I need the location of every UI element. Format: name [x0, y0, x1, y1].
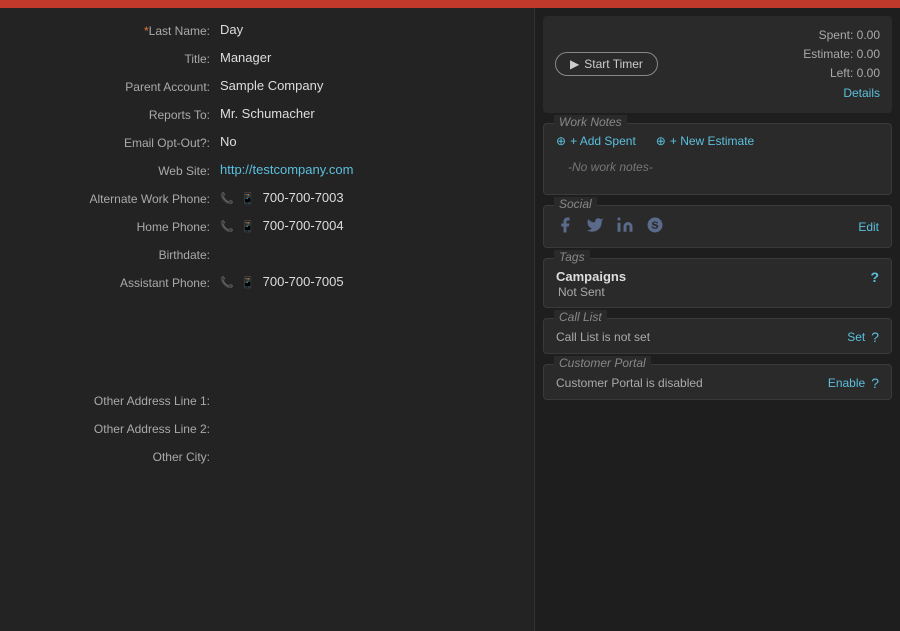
- reports-to-value: Mr. Schumacher: [220, 106, 524, 121]
- add-spent-link[interactable]: ⊕ + Add Spent: [556, 134, 636, 148]
- timer-stats: Spent: 0.00 Estimate: 0.00 Left: 0.00: [803, 26, 880, 103]
- other-address-1-label: Other Address Line 1:: [10, 392, 220, 408]
- new-estimate-link[interactable]: ⊕ + New Estimate: [656, 134, 754, 148]
- alt-work-phone-value: 📞 📱 700-700-7003: [220, 190, 524, 205]
- website-row: Web Site: http://testcompany.com: [0, 158, 534, 186]
- plus-icon: ⊕: [556, 134, 566, 148]
- start-timer-button[interactable]: ▶ Start Timer: [555, 52, 658, 76]
- other-city-row: Other City:: [0, 444, 534, 472]
- birthdate-label: Birthdate:: [10, 246, 220, 262]
- facebook-icon[interactable]: [556, 216, 574, 239]
- mobile-icon: 📱: [241, 192, 255, 205]
- social-icons-group: [556, 216, 664, 239]
- home-phone-value: 📞 📱 700-700-7004: [220, 218, 524, 233]
- campaigns-value: Not Sent: [556, 285, 879, 299]
- parent-account-row: Parent Account: Sample Company: [0, 74, 534, 102]
- other-address-2-label: Other Address Line 2:: [10, 420, 220, 436]
- customer-portal-legend: Customer Portal: [554, 356, 651, 370]
- parent-account-label: Parent Account:: [10, 78, 220, 94]
- assistant-phone-row: Assistant Phone: 📞 📱 700-700-7005: [0, 270, 534, 298]
- customer-portal-content: Customer Portal is disabled Enable ?: [544, 367, 891, 399]
- reports-to-label: Reports To:: [10, 106, 220, 122]
- call-list-set-link[interactable]: Set: [847, 330, 865, 344]
- last-name-value: Day: [220, 22, 524, 37]
- estimate-row: Estimate: 0.00: [803, 45, 880, 64]
- title-row: Title: Manager: [0, 46, 534, 74]
- home-phone-row: Home Phone: 📞 📱 700-700-7004: [0, 214, 534, 242]
- campaigns-help-icon[interactable]: ?: [870, 269, 879, 285]
- call-list-help-icon[interactable]: ?: [871, 329, 879, 345]
- social-edit-link[interactable]: Edit: [858, 220, 879, 234]
- email-opt-out-row: Email Opt-Out?: No: [0, 130, 534, 158]
- website-link[interactable]: http://testcompany.com: [220, 162, 353, 177]
- assistant-phone-label: Assistant Phone:: [10, 274, 220, 290]
- tags-content: Campaigns ? Not Sent: [544, 261, 891, 307]
- skype-icon[interactable]: [646, 216, 664, 239]
- social-legend: Social: [554, 197, 597, 211]
- campaigns-label: Campaigns ?: [556, 269, 879, 285]
- customer-portal-status: Customer Portal is disabled: [556, 376, 703, 390]
- left-panel: *Last Name: Day Title: Manager Parent Ac…: [0, 8, 535, 631]
- twitter-icon[interactable]: [586, 216, 604, 239]
- no-work-notes: -No work notes-: [556, 156, 879, 186]
- left-row: Left: 0.00: [803, 64, 880, 83]
- email-opt-out-label: Email Opt-Out?:: [10, 134, 220, 150]
- right-panel: ▶ Start Timer Spent: 0.00 Estimate: 0.00: [535, 8, 900, 631]
- home-phone-label: Home Phone:: [10, 218, 220, 234]
- mobile-icon-2: 📱: [241, 220, 255, 233]
- plus-icon-2: ⊕: [656, 134, 666, 148]
- call-list-card: Call List Call List is not set Set ?: [543, 318, 892, 354]
- parent-account-value: Sample Company: [220, 78, 524, 93]
- website-label: Web Site:: [10, 162, 220, 178]
- linkedin-icon[interactable]: [616, 216, 634, 239]
- spent-row: Spent: 0.00: [803, 26, 880, 45]
- other-city-label: Other City:: [10, 448, 220, 464]
- timer-top: ▶ Start Timer Spent: 0.00 Estimate: 0.00: [555, 26, 880, 103]
- last-name-label: *Last Name:: [10, 22, 220, 38]
- website-value[interactable]: http://testcompany.com: [220, 162, 524, 177]
- play-icon: ▶: [570, 57, 579, 71]
- social-content: Edit: [544, 208, 891, 247]
- tags-card: Tags Campaigns ? Not Sent: [543, 258, 892, 308]
- work-notes-card: Work Notes ⊕ + Add Spent ⊕ + New Estimat…: [543, 123, 892, 195]
- social-card: Social: [543, 205, 892, 248]
- customer-portal-help-icon[interactable]: ?: [871, 375, 879, 391]
- phone-icon-2: 📞: [220, 220, 234, 233]
- phone-icon: 📞: [220, 192, 234, 205]
- work-notes-content: ⊕ + Add Spent ⊕ + New Estimate -No work …: [544, 126, 891, 194]
- last-name-row: *Last Name: Day: [0, 18, 534, 46]
- timer-card: ▶ Start Timer Spent: 0.00 Estimate: 0.00: [543, 16, 892, 113]
- call-list-status: Call List is not set: [556, 330, 650, 344]
- title-value: Manager: [220, 50, 524, 65]
- title-label: Title:: [10, 50, 220, 66]
- email-opt-out-value: No: [220, 134, 524, 149]
- mobile-icon-3: 📱: [241, 276, 255, 289]
- call-list-content: Call List is not set Set ?: [544, 321, 891, 353]
- assistant-phone-value: 📞 📱 700-700-7005: [220, 274, 524, 289]
- tags-legend: Tags: [554, 250, 590, 264]
- reports-to-row: Reports To: Mr. Schumacher: [0, 102, 534, 130]
- customer-portal-enable-link[interactable]: Enable: [828, 376, 865, 390]
- birthdate-row: Birthdate:: [0, 242, 534, 270]
- other-address-1-row: Other Address Line 1:: [0, 388, 534, 416]
- phone-icon-3: 📞: [220, 276, 234, 289]
- alt-work-phone-row: Alternate Work Phone: 📞 📱 700-700-7003: [0, 186, 534, 214]
- details-link[interactable]: Details: [803, 84, 880, 103]
- other-address-2-row: Other Address Line 2:: [0, 416, 534, 444]
- call-list-legend: Call List: [554, 310, 607, 324]
- customer-portal-card: Customer Portal Customer Portal is disab…: [543, 364, 892, 400]
- work-notes-legend: Work Notes: [554, 115, 627, 129]
- alt-work-phone-label: Alternate Work Phone:: [10, 190, 220, 206]
